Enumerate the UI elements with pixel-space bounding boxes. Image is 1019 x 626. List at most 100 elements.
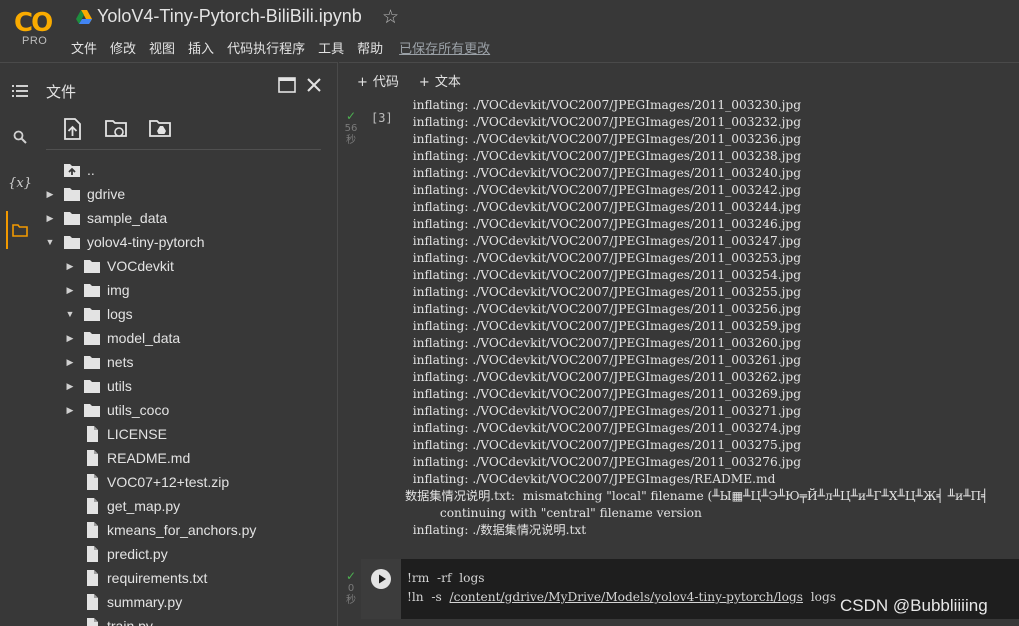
tree-file[interactable]: requirements.txt: [65, 566, 207, 590]
mount-drive-icon[interactable]: [148, 117, 174, 141]
tree-item-label: ..: [87, 162, 95, 178]
tree-item-label: README.md: [107, 450, 191, 466]
menu-item[interactable]: 插入: [188, 38, 214, 57]
file-icon: [83, 570, 107, 586]
tree-item-label: img: [107, 282, 130, 298]
output-line: inflating: ./VOCdevkit/VOC2007/JPEGImage…: [405, 336, 802, 350]
tree-file[interactable]: VOC07+12+test.zip: [65, 470, 229, 494]
output-line: inflating: ./VOCdevkit/VOC2007/JPEGImage…: [405, 319, 802, 333]
output-line: inflating: ./VOCdevkit/VOC2007/JPEGImage…: [405, 98, 802, 112]
expanded-caret-icon[interactable]: ▼: [65, 309, 75, 319]
tree-item-label: sample_data: [87, 210, 168, 226]
output-line: inflating: ./VOCdevkit/VOC2007/JPEGImage…: [405, 115, 802, 129]
output-line: inflating: ./VOCdevkit/VOC2007/JPEGImage…: [405, 251, 802, 265]
side-rail: {x}: [0, 62, 40, 626]
star-icon[interactable]: ☆: [382, 6, 399, 28]
collapsed-caret-icon[interactable]: ▶: [65, 333, 75, 344]
menu-item[interactable]: 文件: [71, 38, 97, 57]
output-line: inflating: ./VOCdevkit/VOC2007/JPEGImage…: [405, 285, 802, 299]
menu-item[interactable]: 代码执行程序: [227, 38, 305, 57]
run-cell-button[interactable]: [361, 559, 401, 619]
folder-icon: [83, 306, 107, 322]
toc-icon[interactable]: [0, 77, 40, 105]
tree-folder[interactable]: ▶ utils_coco: [65, 398, 170, 422]
file-icon: [83, 498, 107, 514]
close-icon[interactable]: [306, 77, 322, 97]
files-divider: [46, 149, 321, 150]
files-toolbar: [60, 117, 174, 143]
collapsed-caret-icon[interactable]: ▶: [65, 381, 75, 392]
parent-folder-icon: [63, 162, 87, 178]
cell-output: inflating: ./VOCdevkit/VOC2007/JPEGImage…: [405, 97, 989, 539]
success-check-icon: ✓: [346, 569, 357, 583]
tree-item-label: get_map.py: [107, 498, 181, 514]
tree-item-label: utils_coco: [107, 402, 170, 418]
logo-text: CO: [14, 8, 53, 38]
output-line: inflating: ./VOCdevkit/VOC2007/JPEGImage…: [405, 149, 802, 163]
output-line: inflating: ./VOCdevkit/VOC2007/JPEGImage…: [405, 404, 802, 418]
tree-file[interactable]: summary.py: [65, 590, 182, 614]
search-icon[interactable]: [0, 123, 40, 151]
tree-folder[interactable]: ▶ sample_data: [45, 206, 168, 230]
file-icon: [83, 546, 107, 562]
tree-folder[interactable]: ▶ utils: [65, 374, 132, 398]
collapsed-caret-icon[interactable]: ▶: [65, 261, 75, 272]
notebook-title[interactable]: YoloV4-Tiny-Pytorch-BiliBili.ipynb: [97, 6, 362, 27]
refresh-folder-icon[interactable]: [104, 117, 130, 141]
collapsed-caret-icon[interactable]: ▶: [45, 189, 55, 200]
saved-status[interactable]: 已保存所有更改: [399, 38, 490, 57]
folder-icon: [83, 258, 107, 274]
open-in-tab-icon[interactable]: [278, 77, 296, 97]
tree-item-label: kmeans_for_anchors.py: [107, 522, 257, 538]
tree-item-label: train.py: [107, 618, 153, 626]
output-line: inflating: ./VOCdevkit/VOC2007/JPEGImage…: [405, 183, 802, 197]
colab-logo[interactable]: CO PRO: [14, 8, 58, 52]
menu-item[interactable]: 视图: [149, 38, 175, 57]
code-line: !ln -s /content/gdrive/MyDrive/Models/yo…: [407, 590, 837, 604]
add-code-button[interactable]: + 代码: [357, 71, 399, 90]
variables-icon[interactable]: {x}: [0, 169, 40, 197]
upload-icon[interactable]: [60, 117, 86, 141]
add-text-button[interactable]: + 文本: [419, 71, 461, 90]
output-line: inflating: ./VOCdevkit/VOC2007/JPEGImage…: [405, 217, 802, 231]
tree-file[interactable]: get_map.py: [65, 494, 180, 518]
tree-parent-dir[interactable]: ..: [45, 158, 95, 182]
menu-item[interactable]: 帮助: [357, 38, 383, 57]
success-check-icon: ✓: [346, 109, 357, 123]
app-header: CO PRO YoloV4-Tiny-Pytorch-BiliBili.ipyn…: [0, 0, 1019, 62]
menu-item[interactable]: 修改: [110, 38, 136, 57]
output-line: inflating: ./VOCdevkit/VOC2007/JPEGImage…: [405, 166, 802, 180]
path-link[interactable]: /content/gdrive/MyDrive/Models/yolov4-ti…: [450, 590, 803, 604]
tree-folder[interactable]: ▶ gdrive: [45, 182, 126, 206]
tree-file[interactable]: predict.py: [65, 542, 168, 566]
collapsed-caret-icon[interactable]: ▶: [65, 285, 75, 296]
expanded-caret-icon[interactable]: ▼: [45, 237, 55, 247]
output-line: inflating: ./VOCdevkit/VOC2007/JPEGImage…: [405, 455, 802, 469]
tree-folder[interactable]: ▶ VOCdevkit: [65, 254, 174, 278]
collapsed-caret-icon[interactable]: ▶: [45, 213, 55, 224]
files-panel: 文件 .. ▶ gdrive ▶ sample_data ▼ yolov4-tiny-pyt…: [40, 62, 338, 626]
collapsed-caret-icon[interactable]: ▶: [65, 405, 75, 416]
tree-folder[interactable]: ▶ nets: [65, 350, 134, 374]
output-line: inflating: ./VOCdevkit/VOC2007/JPEGImage…: [405, 268, 802, 282]
tree-file[interactable]: LICENSE: [65, 422, 167, 446]
folder-icon[interactable]: [0, 216, 40, 244]
tree-file[interactable]: kmeans_for_anchors.py: [65, 518, 256, 542]
tree-file[interactable]: train.py: [65, 614, 153, 626]
menu-item[interactable]: 工具: [318, 38, 344, 57]
code-editor[interactable]: !rm -rf logs !ln -s /content/gdrive/MyDr…: [407, 569, 836, 607]
tree-item-label: summary.py: [107, 594, 183, 610]
tree-folder[interactable]: ▶ img: [65, 278, 130, 302]
tree-item-label: predict.py: [107, 546, 168, 562]
file-icon: [83, 450, 107, 466]
file-icon: [83, 426, 107, 442]
tree-item-label: VOCdevkit: [107, 258, 174, 274]
tree-file[interactable]: README.md: [65, 446, 190, 470]
tree-folder[interactable]: ▼ yolov4-tiny-pytorch: [45, 230, 205, 254]
notebook-area: + 代码 + 文本 ✓ 56 秒 [3] inflating: ./VOCdevkit…: [339, 62, 1019, 626]
collapsed-caret-icon[interactable]: ▶: [65, 357, 75, 368]
execution-time: 0秒: [346, 583, 356, 606]
tree-folder[interactable]: ▼ logs: [65, 302, 133, 326]
tree-folder[interactable]: ▶ model_data: [65, 326, 181, 350]
output-line: 数据集情况说明.txt: mismatching "local" filenam…: [405, 489, 989, 503]
